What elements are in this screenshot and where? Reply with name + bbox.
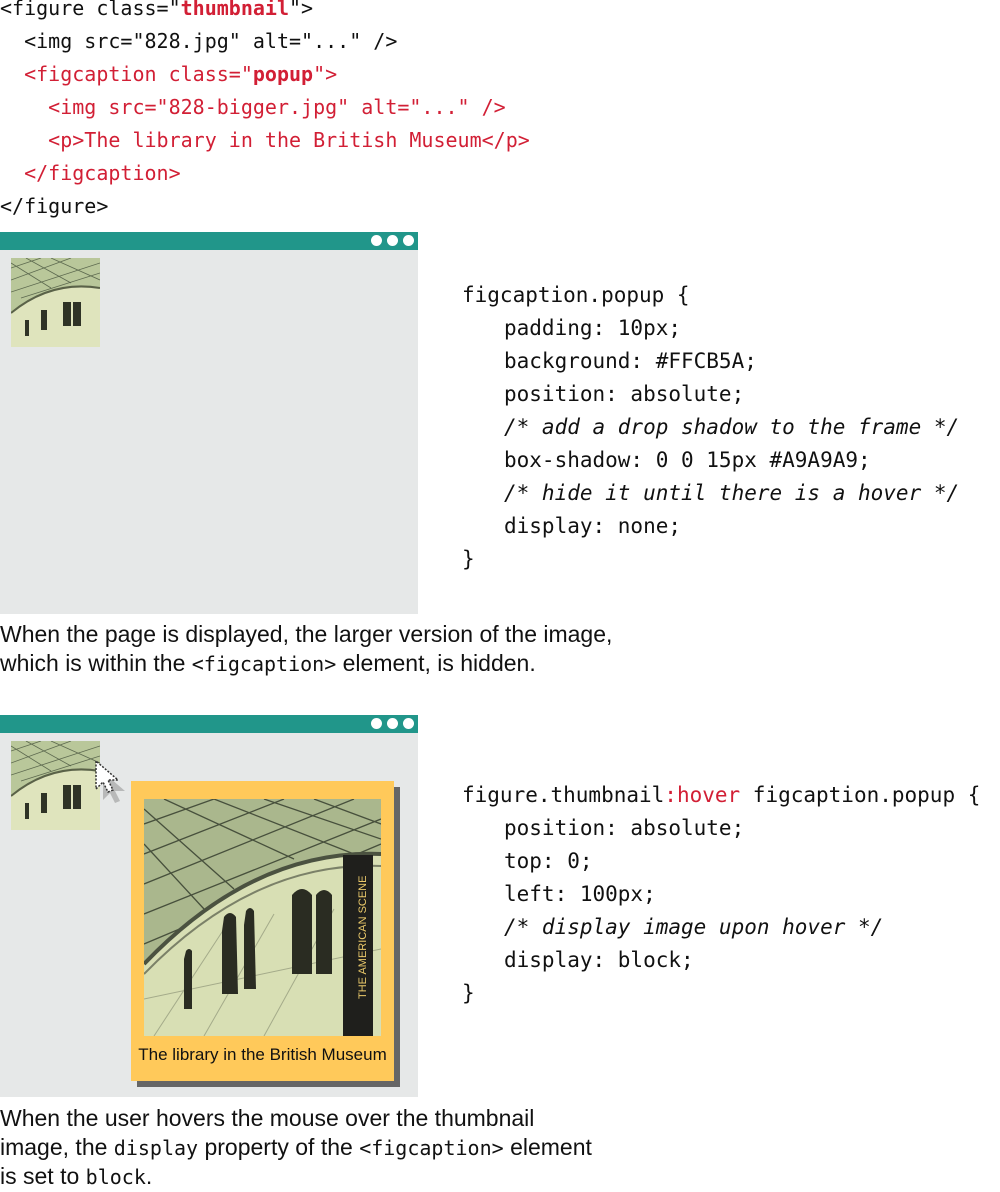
code-line-figure-open: <figure class="thumbnail"> xyxy=(0,0,313,25)
code-text: <figcaption class=" xyxy=(0,62,253,86)
code-line-paragraph: <p>The library in the British Museum</p> xyxy=(0,128,530,152)
css-hover-pseudo: :hover xyxy=(664,783,741,807)
css-selector: figure.thumbnail:hover figcaption.popup … xyxy=(462,779,980,812)
code-line-figcaption-open: <figcaption class="popup"> xyxy=(0,58,337,91)
popup-caption: The library in the British Museum xyxy=(138,1045,387,1064)
css-position: position: absolute; xyxy=(504,816,745,840)
css-selector-part: figcaption.popup { xyxy=(740,783,981,807)
caption-text: . xyxy=(145,1163,153,1189)
caption-code: block xyxy=(85,1165,146,1189)
thumbnail-image[interactable] xyxy=(11,741,100,830)
css-comment-display: /* display image upon hover */ xyxy=(504,915,884,939)
css-comment-hide: /* hide it until there is a hover */ xyxy=(504,481,960,505)
mouse-pointer-icon xyxy=(95,759,125,803)
window-dots-icon xyxy=(371,718,414,729)
caption-text: is set to xyxy=(0,1163,86,1189)
window-dots-icon xyxy=(371,235,414,246)
caption-line: is set to block. xyxy=(0,1162,152,1192)
browser-title-bar xyxy=(0,232,418,250)
code-line-figure-close: </figure> xyxy=(0,194,109,218)
caption-line: which is within the <figcaption> element… xyxy=(0,649,536,679)
css-close-brace: } xyxy=(462,981,475,1005)
code-line-figcaption-close: </figcaption> xyxy=(0,161,181,185)
code-text: <figure class=" xyxy=(0,0,181,20)
css-position: position: absolute; xyxy=(504,382,745,406)
code-text: "> xyxy=(313,62,338,86)
caption-code: display xyxy=(113,1136,199,1160)
caption-text: element, is hidden. xyxy=(336,650,536,676)
thumbnail-image[interactable] xyxy=(11,258,100,347)
css-selector: figcaption.popup { xyxy=(462,283,690,307)
code-class-popup: popup xyxy=(252,62,314,86)
code-line-img-bigger: <img src="828-bigger.jpg" alt="..." /> xyxy=(0,95,506,119)
caption-line: When the page is displayed, the larger v… xyxy=(0,621,613,647)
css-close-brace: } xyxy=(462,547,475,571)
caption-text: property of the xyxy=(198,1134,360,1160)
css-box-shadow: box-shadow: 0 0 15px #A9A9A9; xyxy=(504,448,871,472)
popup-figcaption: THE AMERICAN SCENE The library in the Br… xyxy=(131,781,394,1081)
css-display-none: display: none; xyxy=(504,514,682,538)
code-line-img: <img src="828.jpg" alt="..." /> xyxy=(0,29,398,53)
css-selector-part: figure.thumbnail xyxy=(462,783,665,807)
code-text: "> xyxy=(289,0,314,20)
css-comment-shadow: /* add a drop shadow to the frame */ xyxy=(504,415,960,439)
css-top: top: 0; xyxy=(504,849,593,873)
browser-title-bar xyxy=(0,715,418,733)
caption-text: image, the xyxy=(0,1134,114,1160)
caption-text: which is within the xyxy=(0,650,192,676)
popup-large-image: THE AMERICAN SCENE xyxy=(144,799,381,1036)
css-left: left: 100px; xyxy=(504,882,656,906)
code-class-thumbnail: thumbnail xyxy=(180,0,289,20)
browser-window-default xyxy=(0,232,418,614)
caption-line: When the user hovers the mouse over the … xyxy=(0,1105,535,1131)
caption-text: element xyxy=(503,1134,592,1160)
caption-code: <figcaption> xyxy=(191,652,337,676)
banner-text: THE AMERICAN SCENE xyxy=(357,876,369,999)
caption-code: <figcaption> xyxy=(359,1136,504,1160)
css-background: background: #FFCB5A; xyxy=(504,349,757,373)
css-padding: padding: 10px; xyxy=(504,316,682,340)
css-display-block: display: block; xyxy=(504,948,694,972)
caption-line: image, the display property of the <figc… xyxy=(0,1133,592,1163)
